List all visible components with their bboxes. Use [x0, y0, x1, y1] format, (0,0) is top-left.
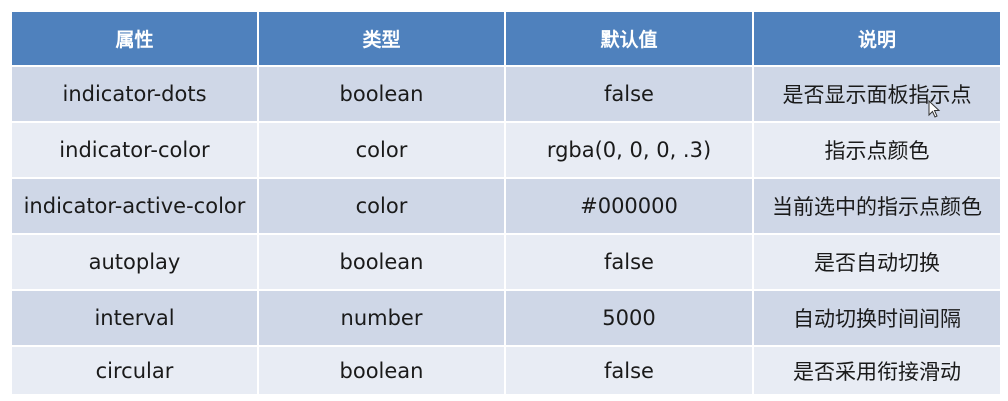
cell-attribute: indicator-active-color — [10, 177, 259, 235]
cell-attribute: autoplay — [10, 233, 259, 291]
header-description: 说明 — [752, 10, 1002, 67]
cell-description: 当前选中的指示点颜色 — [752, 177, 1002, 235]
header-attribute: 属性 — [10, 10, 259, 67]
cell-default: #000000 — [504, 177, 754, 235]
table-row: indicator-active-color color #000000 当前选… — [10, 177, 1002, 235]
table-row: indicator-color color rgba(0, 0, 0, .3) … — [10, 121, 1002, 179]
table-row: interval number 5000 自动切换时间间隔 — [10, 289, 1002, 347]
table-row: circular boolean false 是否采用衔接滑动 — [10, 345, 1002, 396]
header-default-value: 默认值 — [504, 10, 754, 67]
cell-type: boolean — [257, 345, 506, 396]
cell-type: boolean — [257, 233, 506, 291]
cell-default: rgba(0, 0, 0, .3) — [504, 121, 754, 179]
mouse-pointer-icon — [928, 100, 941, 118]
properties-table-container: 属性 类型 默认值 说明 indicator-dots boolean fals… — [10, 10, 1002, 396]
cell-default: false — [504, 233, 754, 291]
cell-attribute: indicator-color — [10, 121, 259, 179]
properties-table: 属性 类型 默认值 说明 indicator-dots boolean fals… — [10, 10, 1002, 396]
cell-attribute: indicator-dots — [10, 65, 259, 123]
cell-description: 是否自动切换 — [752, 233, 1002, 291]
cell-description: 是否显示面板指示点 — [752, 65, 1002, 123]
table-header: 属性 类型 默认值 说明 — [10, 10, 1002, 67]
cell-description: 是否采用衔接滑动 — [752, 345, 1002, 396]
cell-default: 5000 — [504, 289, 754, 347]
cell-type: number — [257, 289, 506, 347]
cell-type: boolean — [257, 65, 506, 123]
cell-attribute: circular — [10, 345, 259, 396]
table-body: indicator-dots boolean false 是否显示面板指示点 i… — [10, 65, 1002, 396]
header-row: 属性 类型 默认值 说明 — [10, 10, 1002, 67]
cell-type: color — [257, 121, 506, 179]
header-type: 类型 — [257, 10, 506, 67]
cell-default: false — [504, 65, 754, 123]
cell-type: color — [257, 177, 506, 235]
table-row: indicator-dots boolean false 是否显示面板指示点 — [10, 65, 1002, 123]
cell-attribute: interval — [10, 289, 259, 347]
cell-description: 指示点颜色 — [752, 121, 1002, 179]
cell-description: 自动切换时间间隔 — [752, 289, 1002, 347]
cell-default: false — [504, 345, 754, 396]
table-row: autoplay boolean false 是否自动切换 — [10, 233, 1002, 291]
